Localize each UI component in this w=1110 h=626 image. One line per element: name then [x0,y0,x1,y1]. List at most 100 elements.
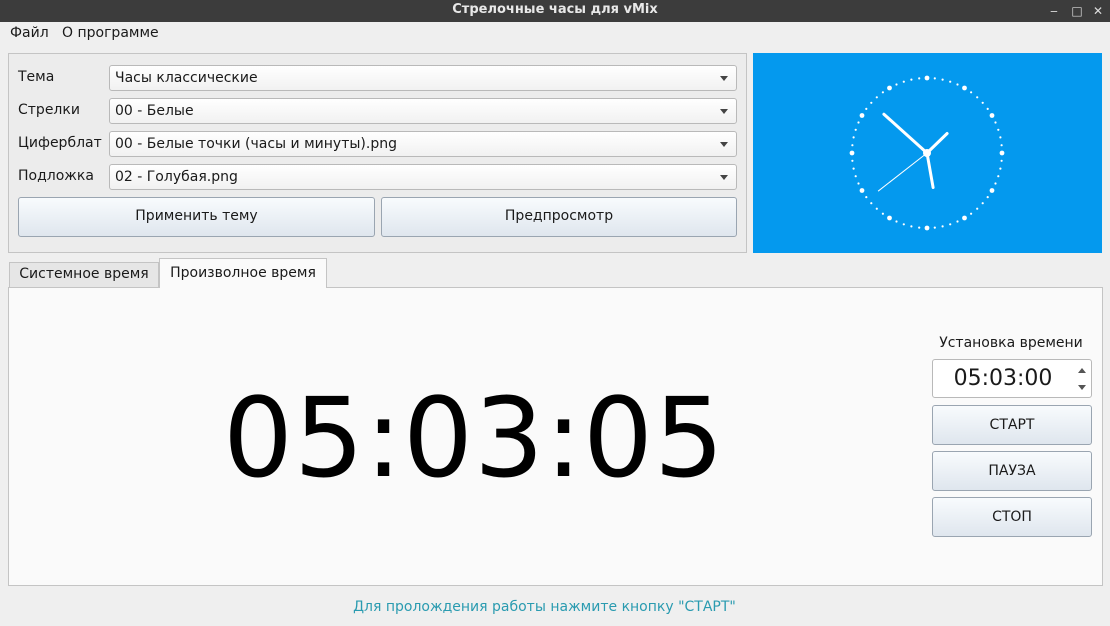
minute-dot [999,136,1002,139]
minute-dot [941,78,944,81]
minute-dot [865,107,868,110]
hour-dot [849,150,855,156]
minute-dot [1000,159,1003,162]
minute-dot [852,136,855,139]
minute-dot [997,175,1000,178]
second-hand [877,152,928,192]
minute-dot [949,80,952,83]
dial-label: Циферблат [18,135,102,151]
hour-dot [859,113,865,118]
minute-dot [870,101,873,104]
minute-dot [997,128,1000,131]
theme-select[interactable]: Часы классические [109,65,737,91]
minute-dot [970,212,973,215]
menu-bar: Файл О программе [0,22,1110,44]
close-icon[interactable]: ✕ [1090,3,1106,19]
stop-button-label: СТОП [992,509,1032,525]
hands-select-value: 00 - Белые [115,103,194,119]
tab-custom-time-label: Произволное время [170,265,316,281]
minute-dot [981,202,984,205]
background-select[interactable]: 02 - Голубая.png [109,164,737,190]
apply-theme-button[interactable]: Применить тему [18,197,375,237]
minute-dot [902,223,905,226]
hour-dot [999,150,1005,156]
maximize-icon[interactable]: □ [1069,3,1085,19]
set-time-value: 05:03:00 [953,366,1053,391]
start-button-label: СТАРТ [989,417,1035,433]
hour-dot [887,215,892,221]
menu-about[interactable]: О программе [62,25,159,41]
minute-dot [949,223,952,226]
hour-dot [859,188,865,193]
minute-dot [865,196,868,199]
minute-dot [933,226,936,229]
window-title: Стрелочные часы для vMix [452,2,658,17]
minute-dot [870,202,873,205]
theme-select-value: Часы классические [115,70,258,86]
apply-theme-label: Применить тему [135,208,258,224]
background-select-value: 02 - Голубая.png [115,169,238,185]
start-button[interactable]: СТАРТ [932,405,1092,445]
minute-dot [854,175,857,178]
minute-dot [895,220,898,223]
minute-dot [875,96,878,99]
hour-dot [962,215,967,221]
hour-dot [924,75,930,81]
minute-dot [986,107,989,110]
minute-dot [910,78,913,81]
spin-up-icon[interactable] [1078,368,1086,373]
minute-dot [851,144,854,147]
chevron-down-icon [720,76,728,81]
minute-dot [881,212,884,215]
time-display: 05:03:05 [222,374,726,502]
hands-label: Стрелки [18,102,80,118]
dial-select[interactable]: 00 - Белые точки (часы и минуты).png [109,131,737,157]
status-message: Для пролождения работы нажмите кнопку "С… [353,599,736,615]
stop-button[interactable]: СТОП [932,497,1092,537]
theme-label: Тема [18,69,55,85]
short-hand [925,132,949,155]
hour-dot [924,225,930,231]
minute-dot [895,83,898,86]
minute-dot [857,182,860,185]
minute-dot [986,196,989,199]
tab-system-time[interactable]: Системное время [9,262,159,287]
minute-dot [918,226,921,229]
set-time-spinbox[interactable]: 05:03:00 [932,359,1092,398]
background-label: Подложка [18,168,94,184]
minute-dot [976,207,979,210]
dial-select-value: 00 - Белые точки (часы и минуты).png [115,136,397,152]
preview-button[interactable]: Предпросмотр [381,197,737,237]
chevron-down-icon [720,175,728,180]
minute-dot [854,128,857,131]
minute-dot [881,91,884,94]
preview-button-label: Предпросмотр [504,208,614,224]
hands-select[interactable]: 00 - Белые [109,98,737,124]
hour-dot [989,113,995,118]
minute-dot [956,83,959,86]
hour-dot [989,188,995,193]
menu-file[interactable]: Файл [10,25,49,41]
pause-button-label: ПАУЗА [988,463,1036,479]
pause-button[interactable]: ПАУЗА [932,451,1092,491]
hour-dot [962,85,967,91]
tab-system-time-label: Системное время [19,266,149,282]
minute-dot [918,77,921,80]
minute-dot [852,167,855,170]
minute-dot [857,121,860,124]
spin-down-icon[interactable] [1078,385,1086,390]
tab-custom-time[interactable]: Произволное время [159,258,327,288]
analog-clock [849,75,1005,231]
minute-dot [851,159,854,162]
minute-dot [933,77,936,80]
minute-dot [994,182,997,185]
clock-preview [753,53,1102,253]
minute-hand [882,112,929,155]
minimize-icon[interactable]: ‒ [1046,3,1062,19]
minute-dot [999,167,1002,170]
set-time-label: Установка времени [939,335,1083,351]
title-bar: Стрелочные часы для vMix ‒ □ ✕ [0,0,1110,22]
minute-dot [1000,144,1003,147]
minute-dot [981,101,984,104]
minute-dot [910,225,913,228]
